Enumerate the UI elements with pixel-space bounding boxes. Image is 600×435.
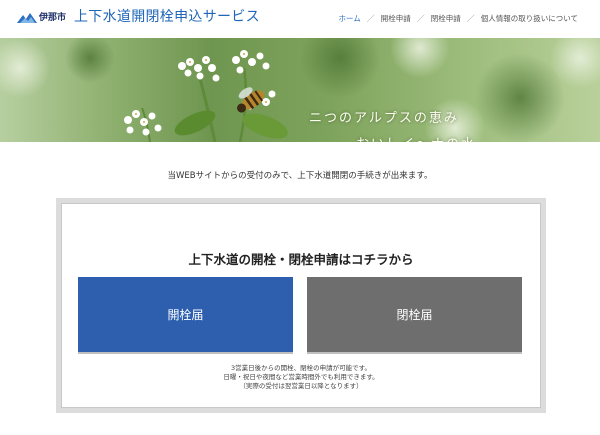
site-header: 伊那市 上下水道開閉栓申込サービス ホーム ／ 開栓申請 ／ 閉栓申請 ／ 個人…	[0, 0, 600, 38]
ina-city-logo-icon	[17, 13, 37, 23]
hero-tagline-line1: ニつのアルプスの恵み	[309, 111, 459, 126]
nav-privacy-link[interactable]: 個人情報の取り扱いについて	[481, 14, 578, 24]
application-panel-frame: 上下水道の開栓・閉栓申請はコチラから 開栓届 閉栓届 3営業日後からの開栓、閉栓…	[56, 198, 546, 413]
city-logo[interactable]: 伊那市	[17, 11, 69, 25]
nav-separator: ／	[416, 14, 425, 23]
intro-text: 当WEBサイトからの受付のみで、上下水道開閉の手続きが出来ます。	[167, 171, 433, 181]
buckwheat-flower-bee-image	[0, 38, 600, 142]
application-notes: 3営業日後からの開栓、閉栓の申請が可能です。 日曜・祝日や夜間など営業時間外でも…	[62, 364, 540, 391]
close-application-button[interactable]: 閉栓届	[307, 277, 522, 352]
site-title[interactable]: 上下水道開閉栓申込サービス	[74, 8, 260, 26]
nav-separator: ／	[366, 14, 375, 23]
nav-home-link[interactable]: ホーム	[338, 14, 360, 24]
note-line: 3営業日後からの開栓、閉栓の申請が可能です。	[231, 364, 371, 372]
application-panel: 上下水道の開栓・閉栓申請はコチラから 開栓届 閉栓届 3営業日後からの開栓、閉栓…	[61, 203, 541, 408]
nav-separator: ／	[466, 14, 475, 23]
note-line: （実際の受付は翌営業日以降となります）	[239, 382, 363, 390]
hero-banner: ニつのアルプスの恵み おいしイ〜ナの水	[0, 38, 600, 142]
hero-tagline-line2: おいしイ〜ナの水	[356, 133, 476, 142]
note-line: 日曜・祝日や夜間など営業時間外でも利用できます。	[223, 373, 379, 381]
nav-open-application-link[interactable]: 開栓申請	[381, 14, 411, 24]
nav-close-application-link[interactable]: 閉栓申請	[431, 14, 461, 24]
global-nav: ホーム ／ 開栓申請 ／ 閉栓申請 ／ 個人情報の取り扱いについて	[338, 14, 578, 24]
logo-text: 伊那市	[39, 13, 67, 23]
open-application-button[interactable]: 開栓届	[78, 277, 293, 352]
panel-title: 上下水道の開栓・閉栓申請はコチラから	[188, 252, 414, 267]
